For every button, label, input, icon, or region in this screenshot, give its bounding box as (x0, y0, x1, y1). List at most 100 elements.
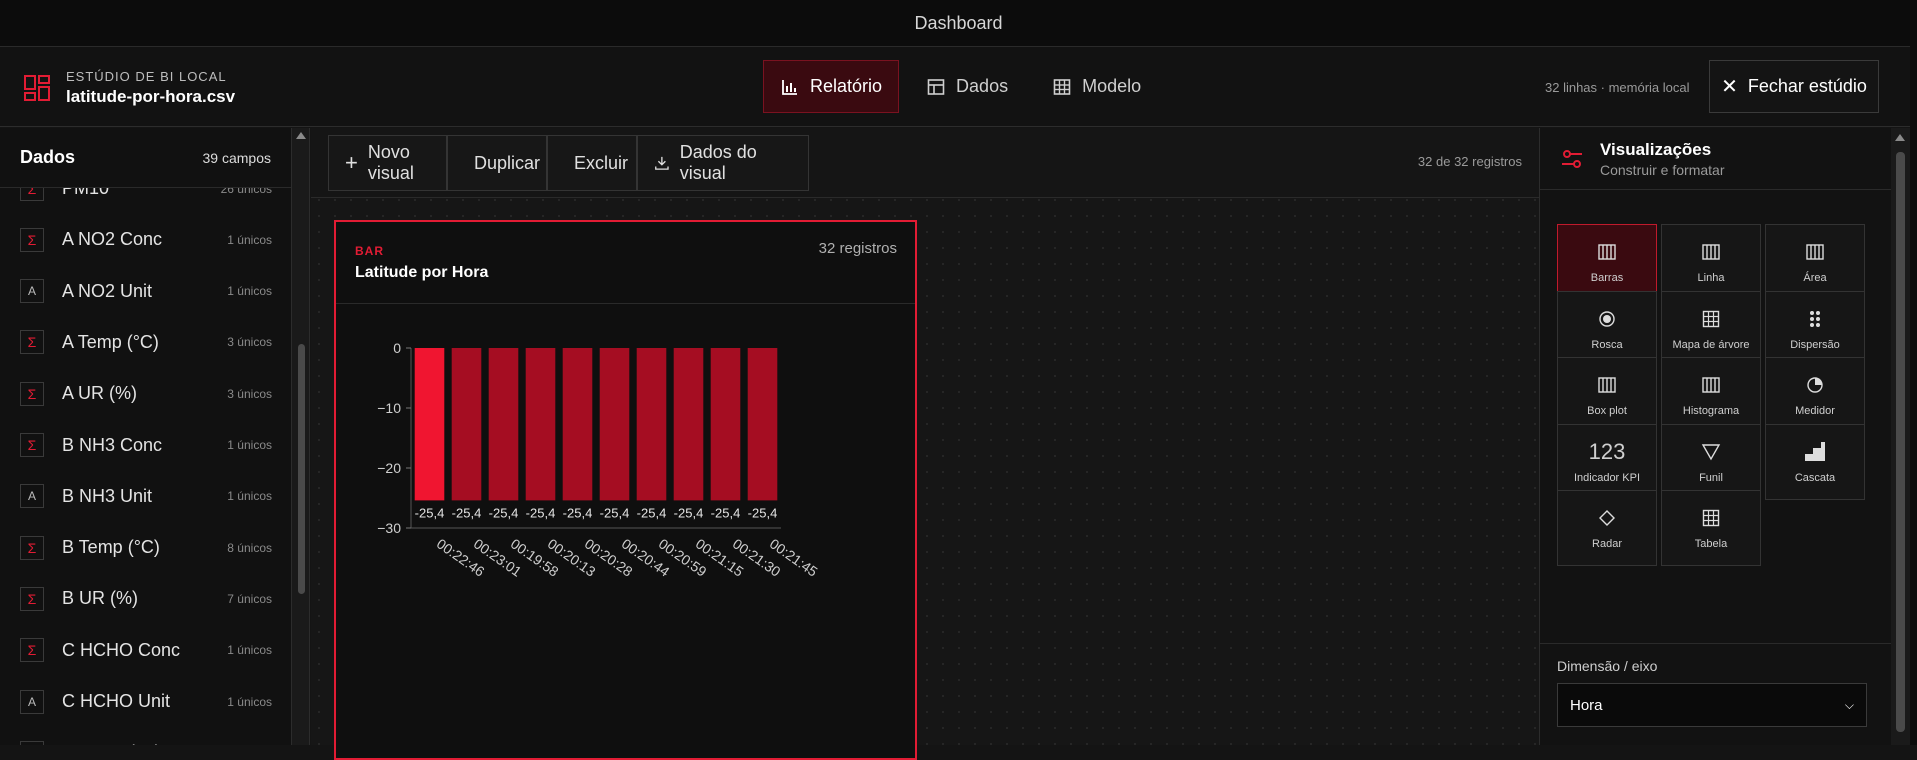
visual-data-button[interactable]: Dados do visual (637, 135, 809, 191)
scroll-up-icon[interactable] (296, 132, 306, 139)
y-tick-label: 0 (393, 340, 401, 356)
visual-type-label: Box plot (1587, 405, 1627, 417)
visual-type-radar[interactable]: Radar (1557, 490, 1657, 566)
brand-text: ESTÚDIO DE BI LOCAL latitude-por-hora.cs… (66, 69, 235, 107)
visual-type-label: Funil (1699, 471, 1723, 484)
data-label: -25,4 (452, 505, 482, 520)
sidebar-scroll-thumb[interactable] (298, 344, 305, 594)
visual-card-header: BAR Latitude por Hora 32 registros (336, 222, 915, 304)
tab-model[interactable]: Modelo (1035, 60, 1158, 113)
bar (673, 348, 704, 501)
visual-type-label: Barras (1590, 272, 1624, 284)
field-item[interactable]: A B NH3 Unit 1 únicos (0, 471, 291, 522)
visual-type-treemap[interactable]: Mapa de árvore (1661, 290, 1761, 367)
close-studio-button[interactable]: ✕ Fechar estúdio (1709, 60, 1879, 113)
field-item[interactable]: A A NO2 Unit 1 únicos (0, 266, 291, 317)
sidebar-scrollbar[interactable] (292, 128, 310, 745)
bar (710, 348, 741, 501)
waterfall-icon (1803, 440, 1827, 464)
data-sidebar: Dados 39 campos Σ PM10 26 únicos Σ A NO2 Con… (0, 128, 292, 745)
window-scrollbar (1910, 0, 1917, 745)
visual-card[interactable]: BAR Latitude por Hora 32 registros 0 −10 −… (334, 220, 917, 760)
visual-type-waterfall[interactable]: Cascata (1765, 423, 1865, 500)
gauge-icon (1805, 373, 1825, 397)
field-item[interactable]: Σ C HCHO Conc 1 únicos (0, 625, 291, 676)
field-item[interactable]: ΣC Temp (°C) (0, 727, 291, 745)
field-uniques: 1 únicos (227, 438, 272, 452)
delete-button[interactable]: Excluir (547, 135, 637, 191)
visualizations-subtitle: Construir e formatar (1600, 161, 1725, 178)
tab-data-label: Dados (956, 76, 1009, 96)
visual-type-boxplot[interactable]: Box plot (1557, 357, 1657, 433)
sidebar-title: Dados (20, 147, 76, 167)
dimension-section: Dimensão / eixo Hora ⌵ (1540, 643, 1892, 727)
field-name: A NO2 Conc (62, 229, 163, 250)
field-name: B UR (%) (62, 588, 138, 609)
report-canvas: + Novo visual Duplicar Excluir Dados do … (311, 128, 1539, 760)
field-name: B NH3 Unit (62, 485, 153, 506)
sidebar-field-count: 39 campos (202, 149, 271, 166)
panel-scroll-thumb[interactable] (1896, 152, 1905, 732)
app-header: ESTÚDIO DE BI LOCAL latitude-por-hora.cs… (0, 47, 1910, 127)
bar (488, 348, 519, 501)
field-item[interactable]: Σ A Temp (°C) 3 únicos (0, 317, 291, 368)
visual-type-gauge[interactable]: Medidor (1765, 357, 1865, 433)
visual-type-donut[interactable]: Rosca (1557, 290, 1657, 367)
field-item[interactable]: A C HCHO Unit 1 únicos (0, 676, 291, 727)
field-item[interactable]: Σ B NH3 Conc 1 únicos (0, 420, 291, 471)
field-uniques: 1 únicos (227, 284, 272, 299)
visualizations-panel: Visualizações Construir e formatar Barra… (1539, 128, 1892, 745)
kpi-icon: 123 (1588, 438, 1626, 464)
duplicate-button[interactable]: Duplicar (447, 135, 547, 191)
sigma-icon: Σ (20, 381, 44, 406)
visual-type-scatter[interactable]: Dispersão (1765, 290, 1865, 367)
tab-data[interactable]: Dados (909, 60, 1025, 113)
visual-type-line[interactable]: Linha (1661, 224, 1761, 300)
bar (747, 348, 778, 501)
field-item[interactable]: Σ PM10 26 únicos (0, 188, 291, 214)
brand: ESTÚDIO DE BI LOCAL latitude-por-hora.cs… (24, 69, 235, 107)
visual-type-funnel[interactable]: Funil (1661, 423, 1761, 500)
tab-model-label: Modelo (1082, 76, 1142, 96)
field-item[interactable]: Σ B UR (%) 7 únicos (0, 573, 291, 624)
field-list: Σ PM10 26 únicos Σ A NO2 Conc 1 únicos A A NO2 … (0, 188, 291, 745)
file-name: latitude-por-hora.csv (66, 87, 236, 106)
sigma-icon: Σ (20, 740, 44, 745)
data-label: -25,4 (415, 505, 445, 520)
new-visual-button[interactable]: + Novo visual (328, 135, 447, 191)
visual-type-area[interactable]: Área (1765, 224, 1865, 300)
visual-type-kpi[interactable]: 123 Indicador KPI (1557, 423, 1657, 500)
dimension-select[interactable]: Hora ⌵ (1557, 683, 1867, 727)
new-visual-label: Novo visual (367, 142, 414, 183)
tab-report[interactable]: Relatório (763, 60, 900, 113)
visual-type-label: Rosca (1591, 338, 1623, 351)
view-tabs: Relatório Dados Modelo (763, 60, 1158, 113)
visual-type-label: Indicador KPI (1573, 471, 1641, 484)
window-title: Dashboard (914, 12, 1003, 33)
visual-type-label: Linha (1697, 272, 1725, 284)
tab-report-label: Relatório (810, 76, 883, 96)
visual-type-label: BAR (355, 244, 384, 258)
field-item[interactable]: Σ A NO2 Conc 1 únicos (0, 214, 291, 265)
visual-type-label: Cascata (1794, 471, 1836, 484)
data-label: -25,4 (563, 505, 593, 520)
chevron-down-icon: ⌵ (1844, 697, 1854, 712)
field-name: A Temp (°C) (62, 331, 159, 352)
panel-scrollbar[interactable] (1891, 128, 1910, 745)
close-studio-label: Fechar estúdio (1747, 76, 1867, 96)
visual-type-label: Mapa de árvore (1672, 338, 1750, 351)
bar (451, 348, 482, 501)
visual-type-label: Tabela (1694, 538, 1728, 550)
visual-type-histogram[interactable]: Histograma (1661, 357, 1761, 433)
bars-icon (1597, 240, 1617, 264)
sliders-icon (1562, 149, 1582, 168)
sigma-icon: Σ (20, 433, 44, 457)
field-item[interactable]: Σ B Temp (°C) 8 únicos (0, 522, 291, 573)
data-label: -25,4 (526, 505, 556, 520)
visual-type-table[interactable]: Tabela (1661, 490, 1761, 566)
table-icon (1701, 506, 1721, 530)
data-label: -25,4 (489, 505, 519, 520)
field-item[interactable]: Σ A UR (%) 3 únicos (0, 368, 291, 419)
panel-scroll-up-icon[interactable] (1895, 134, 1905, 141)
visual-type-bars[interactable]: Barras (1557, 224, 1657, 300)
